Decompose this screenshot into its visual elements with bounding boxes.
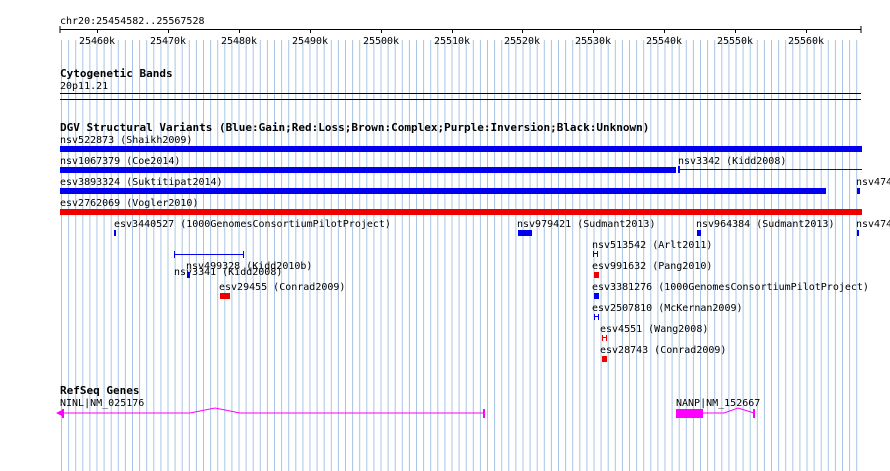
ruler-tick-label: 25540k xyxy=(645,36,683,47)
variant-label: esv3893324 (Suktitipat2014) xyxy=(60,177,223,188)
variant-gain-bar[interactable] xyxy=(114,230,116,236)
ruler-tick-label: 25530k xyxy=(574,36,612,47)
cytoband-line-top xyxy=(60,93,861,94)
variant-label: nsv474 xyxy=(856,219,890,230)
variant-label: esv29455 (Conrad2009) xyxy=(219,282,346,293)
variant-gain-bar-cap xyxy=(678,166,680,173)
variant-gain-bar xyxy=(593,253,598,254)
variant-gain-bar[interactable] xyxy=(857,188,860,194)
variant-gain-bar xyxy=(594,316,599,317)
variant-gain-bar[interactable] xyxy=(678,169,862,170)
variant-gain-bar[interactable] xyxy=(594,293,599,299)
variant-gain-bar[interactable] xyxy=(60,146,862,152)
variant-gain-bar[interactable] xyxy=(597,251,598,257)
ruler-tick-label: 25510k xyxy=(433,36,471,47)
refseq-track-title[interactable]: RefSeq Genes xyxy=(60,385,139,397)
gene-model-nanp[interactable] xyxy=(0,400,890,430)
variant-label: esv28743 (Conrad2009) xyxy=(600,345,727,356)
variant-gain-bar[interactable] xyxy=(174,254,244,255)
variant-gain-bar[interactable] xyxy=(697,230,701,236)
dgv-track-title[interactable]: DGV Structural Variants (Blue:Gain;Red:L… xyxy=(60,122,649,134)
variant-loss-bar[interactable] xyxy=(606,335,607,341)
variant-gain-bar-cap xyxy=(174,251,175,258)
variant-gain-bar[interactable] xyxy=(593,251,594,257)
variant-label: esv3440527 (1000GenomesConsortiumPilotPr… xyxy=(114,219,391,230)
variant-label: nsv474 xyxy=(856,177,890,188)
ruler-tick-marks xyxy=(59,26,862,33)
cytoband-line-bottom xyxy=(60,99,861,100)
variant-gain-bar[interactable] xyxy=(60,188,826,194)
ruler-tick-label: 25520k xyxy=(503,36,541,47)
variant-gain-bar-cap xyxy=(243,251,244,258)
ruler-tick-label: 25490k xyxy=(291,36,329,47)
variant-label: nsv1067379 (Coe2014) xyxy=(60,156,181,167)
variant-label: nsv979421 (Sudmant2013) xyxy=(517,219,656,230)
variant-label: nsv964384 (Sudmant2013) xyxy=(696,219,835,230)
variant-label: esv2507810 (McKernan2009) xyxy=(592,303,743,314)
variant-gain-bar[interactable] xyxy=(518,230,532,236)
variant-label: nsv3342 (Kidd2008) xyxy=(678,156,787,167)
variant-label: nsv499328 (Kidd2010b) xyxy=(186,261,313,272)
variant-gain-bar[interactable] xyxy=(60,167,676,173)
genome-browser-panel: chr20:25454582..25567528 25460k 25470k 2… xyxy=(0,0,890,471)
variant-gain-bar[interactable] xyxy=(598,314,599,320)
variant-label: esv991632 (Pang2010) xyxy=(592,261,713,272)
ruler-tick-label: 25500k xyxy=(362,36,400,47)
variant-label: esv4551 (Wang2008) xyxy=(600,324,709,335)
variant-loss-bar xyxy=(602,337,607,338)
variant-label: esv3381276 (1000GenomesConsortiumPilotPr… xyxy=(592,282,869,293)
variant-gain-bar[interactable] xyxy=(187,272,190,278)
variant-loss-bar[interactable] xyxy=(594,272,599,278)
ruler-tick-label: 25550k xyxy=(716,36,754,47)
variant-gain-bar[interactable] xyxy=(594,314,595,320)
variant-loss-bar[interactable] xyxy=(60,209,862,215)
cytoband-track-title[interactable]: Cytogenetic Bands xyxy=(60,68,173,80)
ruler-tick-label: 25480k xyxy=(220,36,258,47)
variant-loss-bar[interactable] xyxy=(602,356,607,362)
cytoband-label: 20p11.21 xyxy=(60,81,109,92)
variant-loss-bar[interactable] xyxy=(220,293,230,299)
variant-label: nsv513542 (Arlt2011) xyxy=(592,240,713,251)
variant-label: nsv522873 (Shaikh2009) xyxy=(60,135,193,146)
variant-label: esv2762069 (Vogler2010) xyxy=(60,198,199,209)
ruler-tick-label: 25470k xyxy=(149,36,187,47)
variant-gain-bar[interactable] xyxy=(857,230,859,236)
ruler-tick-label: 25460k xyxy=(78,36,116,47)
ruler-tick-label: 25560k xyxy=(787,36,825,47)
variant-loss-bar[interactable] xyxy=(602,335,603,341)
